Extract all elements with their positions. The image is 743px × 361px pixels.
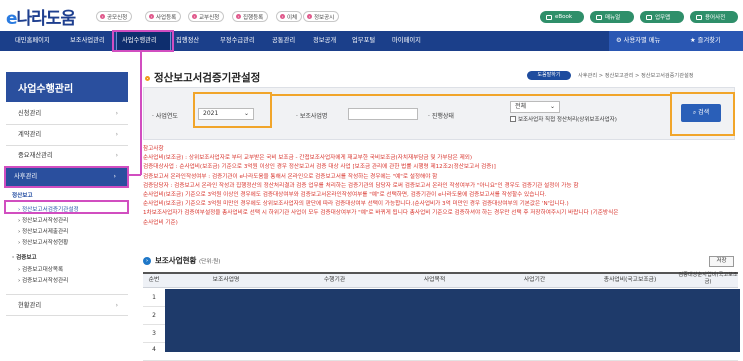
sidebar-item-contract[interactable]: 계약관리 ›: [6, 124, 128, 146]
arrow-icon: ›: [100, 14, 105, 19]
arrow-icon: ›: [307, 14, 312, 19]
arrow-icon: ›: [280, 14, 285, 19]
col-agency: 수행기관: [323, 277, 346, 283]
top-nav-transfer[interactable]: › 이체: [276, 11, 303, 22]
list-title: › 보조사업현황 (단위:원): [143, 255, 220, 266]
favorites-button[interactable]: ★ 즐겨찾기: [690, 31, 721, 51]
connector-line: [140, 52, 142, 175]
year-label: · 사업연도: [152, 113, 178, 120]
nav-public-home[interactable]: 대민홈페이지: [15, 31, 50, 51]
nav-fraud-mgmt[interactable]: 부정수급관리: [220, 31, 255, 51]
row-number: 3: [152, 330, 156, 337]
nav-work-portal[interactable]: 업무포털: [352, 31, 375, 51]
nav-subsidy-mgmt[interactable]: 보조사업관리: [70, 31, 105, 51]
bullet-icon: [145, 75, 150, 81]
sidebar-item-property[interactable]: 중요재산관리 ›: [6, 145, 128, 167]
breadcrumb: 사후관리 > 정산보고관리 > 정산보고서검증기관설정: [578, 73, 694, 79]
checkbox-box[interactable]: [510, 116, 516, 122]
nav-project-execution[interactable]: 사업수행관리: [122, 31, 157, 51]
nav-mypage[interactable]: 마이페이지: [392, 31, 421, 51]
chevron-down-icon: ⌄: [243, 110, 249, 117]
connector-line: [272, 94, 672, 96]
sidebar-item-status[interactable]: 현황관리 ›: [6, 294, 128, 316]
notice-line: 순사업비(보조금) 기준으로 3억원 이상인 경우에도 검증대상여부와 검증보고…: [143, 192, 547, 199]
sidebar-sub-verify-write[interactable]: › 검증보고서작성관리: [18, 276, 68, 284]
arrow-right-icon: ›: [143, 257, 151, 265]
redacted-table-area: [165, 289, 740, 352]
sidebar-sub-report-write[interactable]: › 정산보고서작성관리: [18, 216, 68, 224]
direct-settle-checkbox[interactable]: 보조사업자 직접 정산처리(상위보조사업자): [510, 115, 617, 123]
top-nav-apply[interactable]: › 공모신청: [96, 11, 133, 22]
col-purpose: 사업목적: [423, 277, 446, 283]
help-button[interactable]: 도움말하기: [527, 71, 571, 80]
col-seq: 순번: [148, 277, 160, 283]
user-menu-button[interactable]: ⚙ 사용자별 메뉴: [616, 31, 660, 51]
nav-common-mgmt[interactable]: 공통관리: [272, 31, 295, 51]
notice-line: 순사업비 기준): [143, 219, 178, 226]
col-verify-net: 검증대상순사업비(국고보조금): [678, 272, 738, 285]
notice-line: 검증보고서 온라인작성여부 : 검증기관이 e나라도움을 통해서 온라인으로 검…: [143, 173, 438, 180]
chevron-right-icon: ›: [113, 173, 116, 180]
notice-line: 검증대상사업 : 순사업비(보조금) 기준으로 3억원 이상인 경우 정산보고서…: [143, 164, 496, 171]
subgroup-verification: · 검증보고: [12, 255, 37, 261]
top-nav-grant[interactable]: › 교부신청: [188, 11, 225, 22]
nav-settlement[interactable]: 집행정산: [176, 31, 199, 51]
logo[interactable]: e나라도움: [6, 4, 76, 29]
top-nav-disclosure[interactable]: › 정보공시: [303, 11, 340, 22]
notice-box: 참고사항 순사업비(보조금) : 상위보조사업자로 부터 교부받은 국비 보조금…: [143, 145, 738, 228]
connector-line: [128, 174, 141, 176]
col-total-cost: 총사업비(국고보조금): [603, 277, 657, 283]
save-button[interactable]: 저장: [709, 256, 734, 267]
notice-line: 순사업비(보조금) 기준으로 3억원 미만인 경우에도 상위보조사업자의 판단에…: [143, 201, 569, 208]
book-icon: [546, 14, 552, 20]
chevron-right-icon: ›: [115, 110, 118, 117]
sidebar-item-application[interactable]: 신청관리 ›: [6, 103, 128, 125]
nav-info-open[interactable]: 정보공개: [313, 31, 336, 51]
row-number: 2: [152, 312, 156, 319]
workmap-button[interactable]: 업무맵: [640, 11, 684, 23]
manual-button[interactable]: 매뉴얼: [590, 11, 634, 23]
chevron-right-icon: ›: [115, 152, 118, 159]
sidebar-sub-report-status[interactable]: › 정산보고서작성현황: [18, 238, 68, 246]
notice-line: 참고사항: [143, 146, 164, 152]
sidebar-item-aftercare[interactable]: 사후관리 ›: [6, 167, 128, 187]
top-nav-register[interactable]: › 사업등록: [145, 11, 182, 22]
col-project-name: 보조사업명: [212, 277, 240, 283]
chevron-down-icon: ⌄: [549, 103, 555, 110]
ebook-button[interactable]: eBook: [540, 11, 584, 23]
status-select[interactable]: 전체 ⌄: [510, 101, 560, 113]
col-period: 사업기간: [523, 277, 546, 283]
sidebar-sub-verify-target[interactable]: › 검증보고대상목록: [18, 265, 63, 273]
sidebar-sub-report-submit[interactable]: › 정산보고서제출관리: [18, 227, 68, 235]
top-nav-execution[interactable]: › 집행등록: [232, 11, 269, 22]
project-name-input[interactable]: [348, 108, 418, 120]
arrow-icon: ›: [192, 14, 197, 19]
map-icon: [646, 14, 652, 20]
arrow-icon: ›: [149, 14, 154, 19]
dictionary-icon: [696, 14, 702, 20]
chevron-right-icon: ›: [115, 302, 118, 309]
project-label: · 보조사업명: [296, 113, 328, 120]
notice-line: 순사업비(보조금) : 상위보조사업자로 부터 교부받은 국비 보조금 - 간접…: [143, 155, 473, 162]
row-number: 1: [152, 294, 156, 301]
notice-line: 1차보조사업자가 검증여부설정을 총사업비로 선택 시 하위기관 사업이 모두 …: [143, 210, 619, 217]
status-label: · 진행상태: [428, 113, 454, 120]
subgroup-settlement: 정산보고: [12, 193, 33, 199]
arrow-icon: ›: [236, 14, 241, 19]
chevron-right-icon: ›: [115, 131, 118, 138]
page-title: 정산보고서검증기관설정: [145, 70, 260, 85]
sidebar-sub-verifier-setting[interactable]: › 정산보고서검증기관설정: [18, 205, 79, 213]
glossary-button[interactable]: 용어사전: [690, 11, 738, 23]
sidebar-title: 사업수행관리: [6, 72, 128, 102]
notice-line: 검증담당자 : 검증보고서 온라인 작성과 집행정산의 정산처리결과 검증 업무…: [143, 182, 579, 189]
search-button[interactable]: ⌕ 검색: [681, 104, 721, 122]
manual-icon: [596, 14, 602, 20]
year-select[interactable]: 2021 ⌄: [198, 108, 254, 120]
